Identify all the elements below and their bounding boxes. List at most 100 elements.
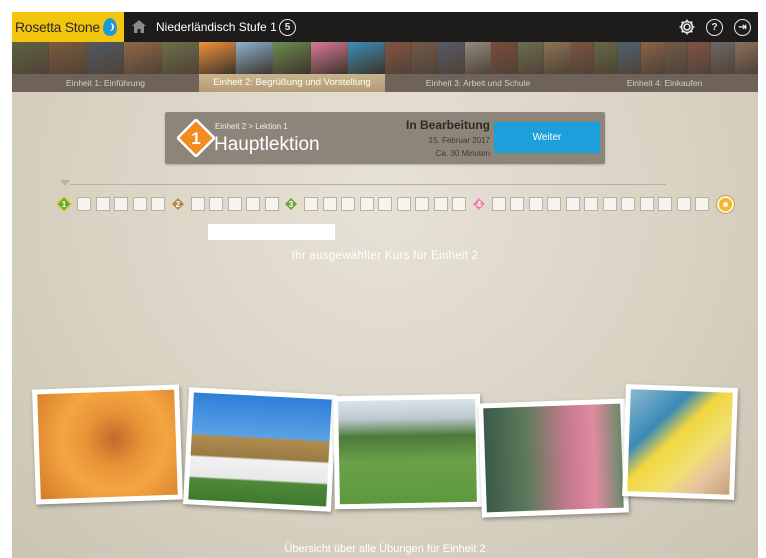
child-with-flashlight-image [37,389,178,500]
lesson-photo-child-tent[interactable] [32,384,183,505]
exit-icon[interactable]: ⇥ [734,19,751,36]
tab-unit-1[interactable]: Einheit 1: Einführung [12,74,199,92]
lesson-step-box[interactable] [114,197,128,211]
lesson-step-box[interactable] [433,197,448,211]
lesson-step-box[interactable] [658,197,672,211]
unit-4-thumbnails[interactable] [571,42,758,74]
lesson-step-box[interactable] [77,197,91,211]
exercise-overview-caption: Übersicht über alle Übungen für Einheit … [284,543,486,555]
lesson-step-box[interactable] [547,197,561,211]
help-icon[interactable]: ? [706,19,723,36]
lesson-photo-book-handover[interactable] [622,384,738,500]
lesson-step-box[interactable] [491,197,506,211]
lesson-step-box[interactable] [264,197,279,211]
lesson-step-box[interactable] [528,197,543,211]
lesson-step-box[interactable] [95,197,110,211]
app-frame: Rosetta Stone Niederländisch Stufe 1 5 ?… [12,12,758,558]
unit-thumbnail [347,42,385,74]
milestone-number: 4 [476,200,481,209]
lesson-step-box[interactable] [639,197,654,211]
lesson-photo-girl-lawn[interactable] [333,393,482,510]
unit-thumbnail [544,42,571,74]
home-icon[interactable] [132,20,146,33]
unit-thumbnail [617,42,642,74]
unit-thumbnail [734,42,758,74]
lesson-step-box[interactable] [452,197,466,211]
book-handover-image [627,389,733,495]
unit-thumbnail [273,42,311,74]
logo-text: Rosetta Stone [15,19,100,35]
gear-icon[interactable] [678,18,696,36]
lesson-step-box[interactable] [132,197,147,211]
milestone-2[interactable]: 2 [169,196,186,212]
unit-thumbnail [236,42,274,74]
lesson-step-box[interactable] [396,197,411,211]
unit-thumbnail [687,42,712,74]
lesson-duration: Ca. 30 Minuten [435,149,490,158]
course-caption: Ihr ausgewählter Kurs für Einheit 2 [291,250,479,262]
lesson-step-box[interactable] [676,197,691,211]
unit-thumbnail [161,42,199,74]
unit-thumbnail [49,42,87,74]
unit-1-thumbnails[interactable] [12,42,199,74]
unit-thumbnail [711,42,735,74]
milestone-3[interactable]: 3 [283,196,299,212]
course-title[interactable]: Niederländisch Stufe 1 [156,20,277,34]
lesson-step-box[interactable] [565,197,580,211]
lesson-number-badge: 1 [177,119,215,157]
tab-unit-4[interactable]: Einheit 4: Einkaufen [571,74,758,92]
lesson-progress-track: 1 2 3 4 [56,195,734,213]
unit-3-thumbnails[interactable] [385,42,571,74]
unit-thumbnail [411,42,439,74]
lesson-step-box[interactable] [378,197,392,211]
unit-thumbnail [12,42,50,74]
lesson-photo-women-talking[interactable] [478,398,629,518]
lesson-step-box[interactable] [621,197,635,211]
lesson-date: 15. Februar 2017 [428,136,490,145]
unit-thumbnail [438,42,465,74]
two-women-talking-image [483,403,624,513]
lesson-badge-number: 1 [191,129,200,148]
lesson-step-box[interactable] [304,197,318,211]
lesson-photo-cottage[interactable] [183,387,337,512]
unit-thumbnail [594,42,618,74]
lesson-step-box[interactable] [190,197,205,211]
thatched-cottage-image [188,392,332,507]
rosetta-stone-logo: Rosetta Stone [12,12,124,42]
milestone-4[interactable]: 4 [470,196,487,212]
unit-end-icon[interactable] [716,195,734,213]
lesson-step-box[interactable] [322,197,337,211]
lesson-step-box[interactable] [510,197,524,211]
lesson-step-box[interactable] [151,197,165,211]
lesson-step-box[interactable] [209,197,223,211]
unit-thumbnail [199,42,237,74]
unit-thumbnail [664,42,688,74]
unit-tabs: Einheit 1: Einführung Einheit 2: Begrüßu… [12,74,758,92]
lesson-step-box[interactable] [602,197,617,211]
top-bar: Rosetta Stone Niederländisch Stufe 1 5 ?… [12,12,758,42]
lesson-step-box[interactable] [584,197,598,211]
unit-2-thumbnails[interactable] [199,42,385,74]
course-level-button[interactable]: 5 [279,19,296,36]
unit-thumbnail [385,42,412,74]
lesson-breadcrumb: Einheit 2 > Lektion 1 [215,122,288,131]
continue-button[interactable]: Weiter [494,122,600,153]
current-position-pointer [60,180,70,186]
selection-highlight [208,224,335,240]
lesson-step-box[interactable] [695,197,709,211]
unit-thumbnail [124,42,162,74]
unit-thumbnail [464,42,492,74]
milestone-number: 1 [62,200,67,209]
milestone-number: 3 [289,200,294,209]
lesson-step-box[interactable] [227,197,242,211]
lesson-step-box[interactable] [341,197,355,211]
lesson-title: Hauptlektion [214,134,320,155]
unit-thumbnail [517,42,545,74]
lesson-step-box[interactable] [415,197,429,211]
tab-unit-2[interactable]: Einheit 2: Begrüßung und Vorstellung [199,74,385,92]
tab-unit-3[interactable]: Einheit 3: Arbeit und Schule [385,74,571,92]
milestone-1[interactable]: 1 [56,196,72,212]
lesson-step-box[interactable] [246,197,260,211]
unit-thumbnail [491,42,518,74]
lesson-step-box[interactable] [359,197,374,211]
